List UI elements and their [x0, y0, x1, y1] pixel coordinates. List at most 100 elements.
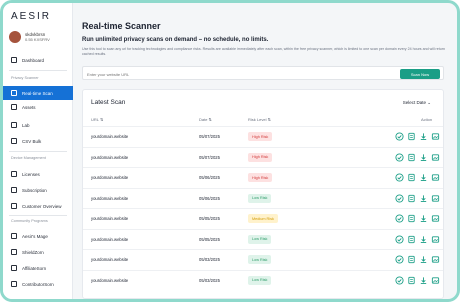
row-url[interactable]: yourdomain.website — [91, 278, 128, 283]
sidebar-item-dashboard[interactable]: Dashboard — [3, 53, 73, 67]
user-profile[interactable]: skdvkbrsn 0.55 KXSFRV — [9, 31, 50, 43]
download-icon[interactable] — [419, 235, 428, 244]
check-circle-icon[interactable] — [395, 193, 404, 203]
row-url[interactable]: yourdomain.website — [91, 216, 128, 221]
image-icon[interactable] — [431, 194, 440, 203]
sidebar-item-lab[interactable]: Lab — [3, 118, 73, 132]
document-icon[interactable] — [407, 276, 416, 285]
table-row: yourdomain.website 05/06/2025 High Risk — [83, 167, 443, 187]
section-device-management: Device Management — [11, 156, 46, 160]
risk-badge: Low Risk — [248, 234, 272, 244]
mage-icon — [11, 233, 17, 239]
col-date[interactable]: Date ⇅ — [199, 117, 212, 122]
document-icon[interactable] — [407, 132, 416, 141]
csv-icon — [11, 138, 17, 144]
row-url[interactable]: yourdomain.website — [91, 196, 128, 201]
latest-scan-title: Latest Scan — [91, 99, 126, 106]
affiliate-icon — [11, 265, 17, 271]
risk-badge: Low Risk — [248, 275, 272, 285]
row-actions — [395, 275, 440, 285]
document-icon[interactable] — [407, 194, 416, 203]
dashboard-icon — [11, 57, 17, 63]
chevron-down-icon: ⌄ — [427, 100, 431, 105]
url-input[interactable] — [87, 69, 387, 79]
download-icon[interactable] — [419, 255, 428, 264]
image-icon[interactable] — [431, 173, 440, 182]
check-circle-icon[interactable] — [395, 173, 404, 182]
risk-badge: High Risk — [248, 173, 273, 182]
sidebar-item-real-time-scan[interactable]: Real-time Scan — [3, 86, 73, 100]
image-icon[interactable] — [431, 255, 440, 264]
row-date: 05/03/2025 — [199, 257, 220, 262]
sidebar-item-customer-overview[interactable]: Customer Overview — [3, 199, 73, 213]
page-title: Real-time Scanner — [82, 21, 161, 31]
customer-icon — [11, 203, 17, 209]
check-circle-icon[interactable] — [395, 214, 404, 223]
document-icon[interactable] — [407, 214, 416, 223]
row-actions — [395, 132, 440, 141]
scan-now-button[interactable]: Scan Now — [400, 69, 440, 79]
sidebar-item-shieldzorn[interactable]: ShieldZorn — [3, 245, 73, 259]
download-icon[interactable] — [419, 276, 428, 285]
download-icon[interactable] — [419, 214, 428, 223]
page-description: Use this tool to scan any url for tracki… — [82, 47, 445, 56]
row-url[interactable]: yourdomain.website — [91, 175, 128, 180]
avatar — [9, 31, 21, 43]
check-circle-icon[interactable] — [395, 234, 404, 244]
check-circle-icon[interactable] — [395, 275, 404, 285]
row-actions — [395, 173, 440, 182]
document-icon[interactable] — [407, 255, 416, 264]
image-icon[interactable] — [431, 214, 440, 223]
document-icon[interactable] — [407, 235, 416, 244]
table-row: yourdomain.website 05/07/2025 High Risk — [83, 146, 443, 167]
sidebar-item-affiliatesorn[interactable]: AffiliateSorn — [3, 261, 73, 275]
row-date: 05/05/2025 — [199, 236, 220, 242]
row-actions — [395, 234, 440, 244]
sidebar-item-contributorsorn[interactable]: ContributorSorn — [3, 277, 73, 291]
document-icon[interactable] — [407, 173, 416, 182]
row-date: 05/06/2025 — [199, 195, 220, 201]
brand-logo: AESIR — [11, 11, 52, 22]
check-circle-icon[interactable] — [395, 132, 404, 141]
lab-icon — [11, 122, 17, 128]
row-actions — [395, 255, 440, 264]
date-sort-select[interactable]: Select Date ⌄ — [403, 100, 431, 106]
col-risk[interactable]: Risk Level ⇅ — [248, 117, 271, 122]
sidebar-item-licenses[interactable]: Licenses — [3, 167, 73, 181]
document-icon[interactable] — [407, 153, 416, 162]
section-community-programs: Community Programs — [11, 219, 48, 223]
latest-scan-card: Latest Scan Select Date ⌄ URL ⇅ Date ⇅ R… — [82, 89, 444, 299]
row-url[interactable]: yourdomain.website — [91, 237, 128, 242]
row-url[interactable]: yourdomain.website — [91, 155, 128, 160]
col-url[interactable]: URL ⇅ — [91, 117, 103, 122]
download-icon[interactable] — [419, 173, 428, 182]
sidebar-item-subscription[interactable]: Subscription — [3, 183, 73, 197]
sidebar-item-csv-bulk[interactable]: CSV Bulk — [3, 134, 73, 148]
sidebar: AESIR skdvkbrsn 0.55 KXSFRV Dashboard Pr… — [3, 3, 73, 299]
risk-badge: Low Risk — [248, 193, 272, 203]
row-url[interactable]: yourdomain.website — [91, 134, 128, 139]
shield-icon — [11, 249, 17, 255]
sidebar-item-aesirs-mage[interactable]: Aesir's Mage — [3, 229, 73, 243]
url-input-bar: Scan Now — [82, 66, 444, 80]
section-privacy-scanner: Privacy Scanner — [11, 76, 39, 80]
main-content: Real-time Scanner Run unlimited privacy … — [82, 3, 457, 299]
check-circle-icon[interactable] — [395, 152, 404, 162]
contributor-icon — [11, 281, 17, 287]
download-icon[interactable] — [419, 153, 428, 162]
image-icon[interactable] — [431, 132, 440, 141]
image-icon[interactable] — [431, 235, 440, 244]
image-icon[interactable] — [431, 153, 440, 162]
download-icon[interactable] — [419, 132, 428, 141]
sidebar-item-assets[interactable]: Assets — [3, 100, 73, 114]
download-icon[interactable] — [419, 194, 428, 203]
row-actions — [395, 214, 440, 223]
image-icon[interactable] — [431, 276, 440, 285]
row-url[interactable]: yourdomain.website — [91, 257, 128, 262]
check-circle-icon[interactable] — [395, 255, 404, 264]
risk-badge: High Risk — [248, 132, 273, 141]
divider — [9, 215, 67, 216]
assets-icon — [11, 104, 17, 110]
row-date: 05/03/2025 — [199, 277, 220, 283]
risk-badge: High Risk — [248, 152, 273, 162]
